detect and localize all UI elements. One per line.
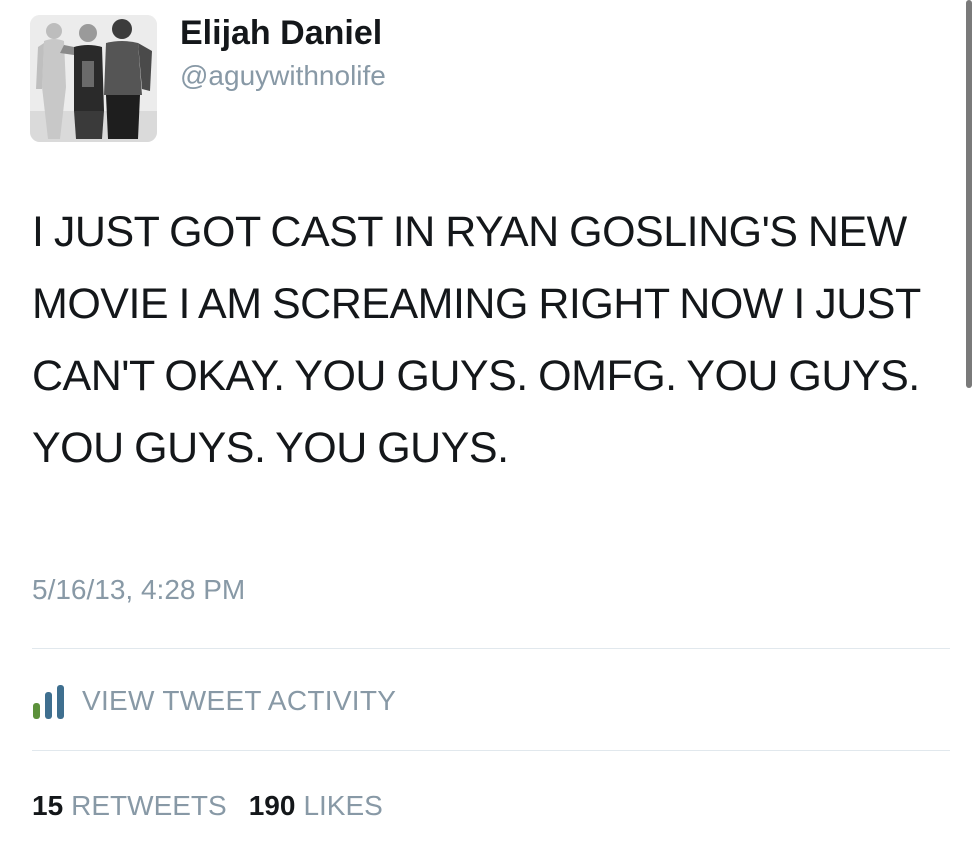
tweet-detail: Elijah Daniel @aguywithnolife I JUST GOT… (0, 0, 980, 858)
likes-count[interactable]: 190 (249, 790, 296, 822)
tweet-timestamp: 5/16/13, 4:28 PM (32, 574, 246, 605)
bar-chart-icon (33, 685, 64, 719)
retweets-label[interactable]: RETWEETS (71, 790, 227, 822)
retweets-count[interactable]: 15 (32, 790, 63, 822)
profile-photo-icon (30, 15, 157, 142)
divider (32, 750, 950, 751)
avatar[interactable] (30, 15, 157, 142)
divider (32, 648, 950, 649)
tweet-stats: 15 RETWEETS 190 LIKES (32, 790, 405, 822)
tweet-text: I JUST GOT CAST IN RYAN GOSLING'S NEW MO… (32, 208, 920, 472)
view-tweet-activity-label: VIEW TWEET ACTIVITY (82, 685, 397, 716)
user-handle[interactable]: @aguywithnolife (180, 60, 386, 92)
view-tweet-activity-link[interactable]: VIEW TWEET ACTIVITY (32, 683, 396, 719)
display-name[interactable]: Elijah Daniel (180, 14, 382, 53)
scrollbar[interactable] (966, 0, 972, 388)
likes-label[interactable]: LIKES (303, 790, 382, 822)
